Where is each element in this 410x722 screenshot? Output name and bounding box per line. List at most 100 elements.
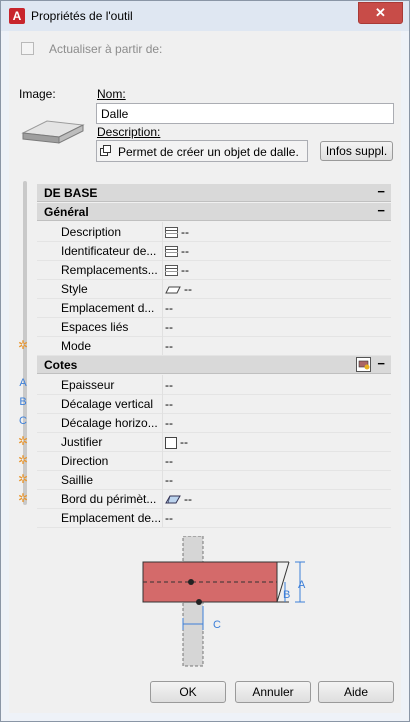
ok-button[interactable]: OK (150, 681, 226, 703)
column-separator (162, 451, 163, 470)
property-value[interactable]: -- (165, 397, 173, 411)
property-name: Emplacement d... (61, 301, 155, 315)
cancel-button[interactable]: Annuler (235, 681, 311, 703)
dialog-title: Propriétés de l'outil (31, 9, 133, 23)
category-general-title: Général (44, 205, 89, 219)
property-value-text: -- (180, 435, 188, 449)
description-label: Description: (97, 125, 161, 139)
property-name: Epaisseur (61, 378, 115, 392)
dimension-label-b: B (283, 589, 290, 601)
property-row-horizontal-offset[interactable]: C Décalage horizo... -- (19, 413, 391, 433)
property-name: Décalage vertical (61, 397, 154, 411)
close-button[interactable]: ✕ (358, 2, 403, 24)
asterisk-marker-icon: ✲ (17, 472, 29, 486)
column-separator (162, 413, 163, 432)
table-icon (165, 227, 178, 239)
property-row-linked-spaces[interactable]: Espaces liés -- (37, 317, 391, 337)
property-row-thickness[interactable]: A Epaisseur -- (19, 375, 391, 395)
property-value[interactable]: -- (165, 511, 173, 525)
property-row-mode[interactable]: ✲ Mode -- (18, 336, 391, 356)
help-button[interactable]: Aide (318, 681, 394, 703)
property-value[interactable]: -- (165, 435, 188, 449)
property-value[interactable]: -- (165, 339, 173, 353)
image-label: Image: (19, 87, 56, 101)
column-separator (162, 336, 163, 355)
description-value: Permet de créer un objet de dalle. (118, 145, 299, 159)
property-value[interactable]: -- (165, 492, 192, 506)
slab-edge-icon (165, 495, 181, 504)
property-value[interactable]: -- (165, 416, 173, 430)
property-row-identifier[interactable]: Identificateur de... -- (37, 241, 391, 261)
more-info-button[interactable]: Infos suppl. (320, 141, 393, 161)
title-bar: A Propriétés de l'outil ✕ (1, 1, 409, 31)
property-row-overrides[interactable]: Remplacements... -- (37, 260, 391, 280)
property-row-overhang[interactable]: ✲ Saillie -- (18, 470, 391, 490)
column-separator (162, 489, 163, 508)
property-row-style[interactable]: Style -- (37, 279, 391, 299)
property-value[interactable]: -- (165, 244, 189, 258)
property-value[interactable]: -- (165, 225, 189, 239)
justify-box-icon (165, 436, 177, 449)
property-name: Emplacement de... (61, 511, 161, 525)
update-from-checkbox[interactable] (21, 42, 34, 55)
category-dimensions[interactable]: Cotes − (37, 356, 391, 374)
property-name: Espaces liés (61, 320, 129, 334)
property-value-text: -- (181, 225, 189, 239)
update-from-label: Actualiser à partir de: (49, 42, 163, 56)
name-label: Nom: (97, 87, 126, 101)
description-field[interactable]: Permet de créer un objet de dalle. (96, 140, 308, 162)
collapse-icon[interactable]: − (377, 184, 385, 199)
asterisk-marker-icon: ✲ (17, 453, 29, 467)
collapse-icon[interactable]: − (377, 203, 385, 218)
property-row-justify[interactable]: ✲ Justifier -- (18, 432, 391, 452)
column-separator (162, 298, 163, 317)
property-value-text: -- (184, 282, 192, 296)
name-field-value: Dalle (101, 107, 129, 121)
property-value-text: -- (181, 263, 189, 277)
property-row-direction[interactable]: ✲ Direction -- (18, 451, 391, 471)
property-grid: DE BASE − Général − Description -- Ident… (18, 184, 391, 528)
property-value[interactable]: -- (165, 454, 173, 468)
dimension-label-c: C (213, 619, 221, 631)
column-separator (162, 394, 163, 413)
column-separator (162, 470, 163, 489)
dialog-window: A Propriétés de l'outil ✕ Actualiser à p… (0, 0, 410, 722)
dimension-label-a: A (298, 579, 306, 591)
property-row-location[interactable]: Emplacement d... -- (37, 298, 391, 318)
property-row-location-dims[interactable]: Emplacement de... -- (37, 508, 391, 528)
category-general[interactable]: Général − (37, 203, 391, 221)
property-value[interactable]: -- (165, 320, 173, 334)
dimension-preview-icon[interactable] (356, 357, 371, 372)
property-name: Direction (61, 454, 109, 468)
property-value[interactable]: -- (165, 473, 173, 487)
column-separator (162, 279, 163, 298)
category-base[interactable]: DE BASE − (37, 184, 391, 202)
asterisk-marker-icon: ✲ (17, 338, 29, 352)
property-value[interactable]: -- (165, 378, 173, 392)
property-name: Mode (61, 339, 92, 353)
property-row-vertical-offset[interactable]: B Décalage vertical -- (19, 394, 391, 414)
property-name: Description (61, 225, 122, 239)
dimension-letter-c: C (19, 415, 27, 427)
asterisk-marker-icon: ✲ (17, 434, 29, 448)
dimension-letter-a: A (19, 377, 27, 389)
property-row-perimeter-edge[interactable]: ✲ Bord du périmèt... -- (18, 489, 391, 509)
property-row-description[interactable]: Description -- (37, 222, 391, 242)
property-name: Style (61, 282, 88, 296)
autocad-app-icon: A (9, 8, 25, 24)
column-separator (162, 317, 163, 336)
property-name: Saillie (61, 473, 94, 487)
column-separator (162, 432, 163, 451)
property-value[interactable]: -- (165, 301, 173, 315)
property-value[interactable]: -- (165, 263, 189, 277)
slab-preview-image[interactable] (19, 111, 85, 151)
column-separator (162, 241, 163, 260)
collapse-icon[interactable]: − (377, 356, 385, 371)
dimension-letter-b: B (19, 396, 27, 408)
category-dimensions-title: Cotes (44, 358, 78, 372)
name-field[interactable]: Dalle (96, 103, 394, 124)
property-name: Décalage horizo... (61, 416, 158, 430)
slab-style-icon (165, 286, 181, 294)
table-icon (165, 265, 178, 277)
property-value[interactable]: -- (165, 282, 192, 296)
